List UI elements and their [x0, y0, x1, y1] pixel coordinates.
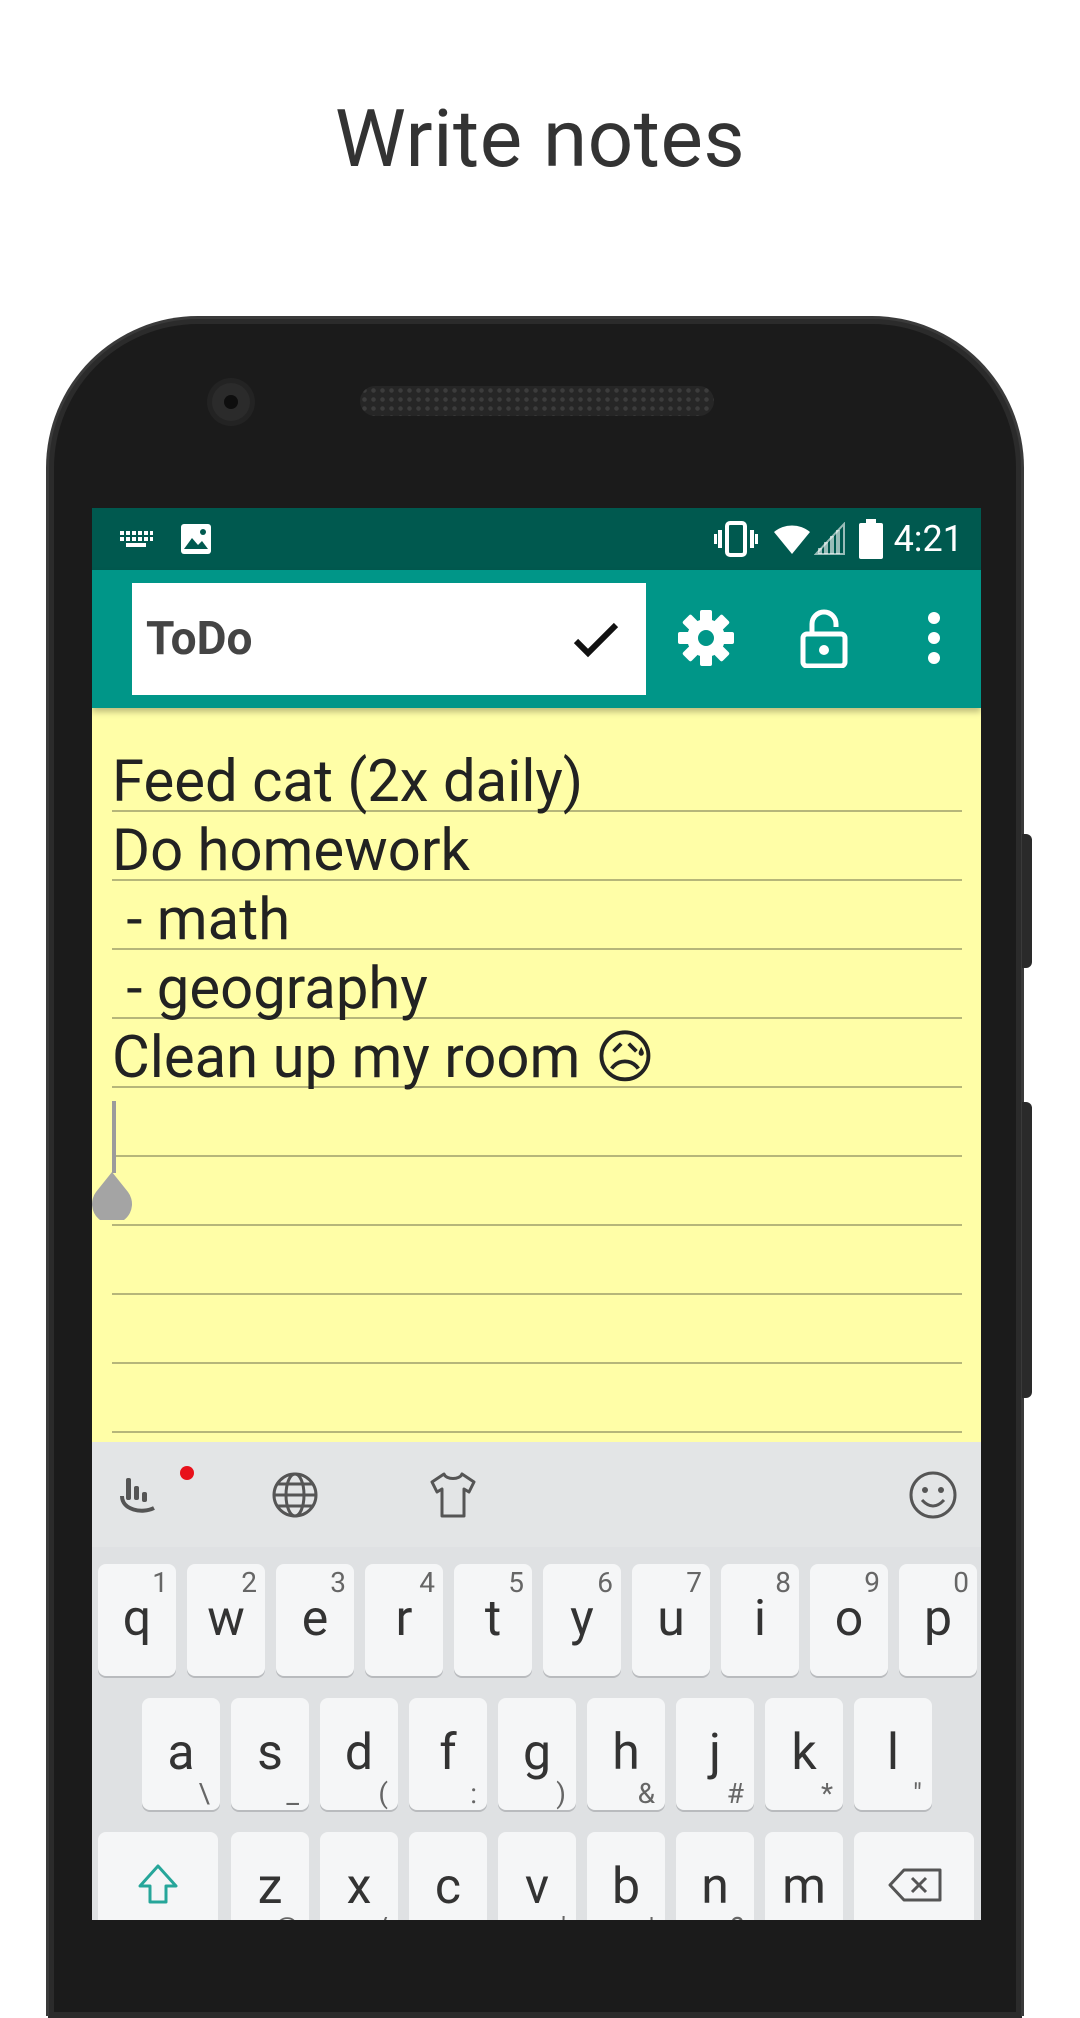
key-m[interactable]: m, [765, 1832, 843, 1920]
phone-screen: 4:21 ToDo Feed cat (2x daily) Do homewor… [92, 508, 981, 1920]
key-u[interactable]: 7u [632, 1564, 710, 1676]
key-y[interactable]: 6y [543, 1564, 621, 1676]
note-line-1: Feed cat (2x daily) [112, 748, 584, 816]
note-line-2: Do homework [112, 817, 470, 885]
key-p[interactable]: 0p [899, 1564, 977, 1676]
key-g[interactable]: g) [498, 1698, 576, 1810]
image-icon [181, 524, 211, 554]
key-l[interactable]: l " [854, 1698, 932, 1810]
shift-key[interactable] [98, 1832, 218, 1920]
more-vert-icon[interactable] [904, 608, 964, 668]
key-v[interactable]: v' [498, 1832, 576, 1920]
check-icon[interactable] [568, 611, 624, 667]
signal-icon [814, 522, 845, 555]
key-c[interactable]: c- [409, 1832, 487, 1920]
note-line-3: - math [112, 886, 291, 954]
note-editor[interactable]: Feed cat (2x daily) Do homework - math -… [92, 708, 981, 1450]
gear-icon[interactable] [676, 608, 736, 668]
key-e[interactable]: 3e [276, 1564, 354, 1676]
note-line-5-text: Clean up my room [112, 1024, 581, 1092]
key-a[interactable]: a \ [142, 1698, 220, 1810]
app-bar [92, 570, 981, 708]
volume-button [1022, 834, 1032, 968]
key-w[interactable]: 2w [187, 1564, 265, 1676]
vibrate-icon [714, 521, 758, 557]
key-i[interactable]: 8i [721, 1564, 799, 1676]
touchpal-icon[interactable] [112, 1470, 162, 1520]
tshirt-icon[interactable] [428, 1470, 478, 1520]
status-time: 4:21 [893, 518, 963, 560]
note-line-5: Clean up my room 😥 [112, 1024, 655, 1093]
key-x[interactable]: x/ [320, 1832, 398, 1920]
key-q[interactable]: 1q [98, 1564, 176, 1676]
key-o[interactable]: 9o [810, 1564, 888, 1676]
sad-face-emoji: 😥 [594, 1024, 656, 1092]
key-k[interactable]: k * [765, 1698, 843, 1810]
key-b[interactable]: b| [587, 1832, 665, 1920]
shift-icon [138, 1864, 178, 1904]
unlock-icon[interactable] [794, 608, 854, 668]
headline: Write notes [334, 92, 746, 186]
key-z[interactable]: z@ [231, 1832, 309, 1920]
key-s[interactable]: s _ [231, 1698, 309, 1810]
power-button [1022, 1102, 1032, 1398]
backspace-icon [888, 1868, 942, 1902]
notification-dot [180, 1466, 194, 1480]
note-line-4: - geography [112, 955, 428, 1023]
key-d[interactable]: d( [320, 1698, 398, 1810]
key-r[interactable]: 4r [365, 1564, 443, 1676]
key-h[interactable]: h & [587, 1698, 665, 1810]
key-f[interactable]: f: [409, 1698, 487, 1810]
wifi-icon [774, 525, 810, 554]
keyboard-toolbar [92, 1442, 981, 1547]
keyboard-icon [120, 531, 153, 547]
note-title-input[interactable] [146, 583, 546, 695]
front-camera [212, 383, 250, 421]
smiley-icon[interactable] [908, 1470, 958, 1520]
globe-icon[interactable] [270, 1470, 320, 1520]
text-cursor [112, 1101, 116, 1173]
key-t[interactable]: 5t [454, 1564, 532, 1676]
key-n[interactable]: n? [676, 1832, 754, 1920]
key-j[interactable]: j # [676, 1698, 754, 1810]
status-bar: 4:21 [92, 508, 981, 570]
earpiece-speaker [360, 386, 714, 416]
title-field-container [132, 583, 646, 695]
cursor-handle[interactable] [92, 1172, 136, 1220]
soft-keyboard: 1q 2w 3e 4r 5t 6y 7u 8i 9o 0p a \ s _ d( f… [92, 1442, 981, 1920]
backspace-key[interactable] [854, 1832, 974, 1920]
battery-icon [859, 519, 883, 559]
